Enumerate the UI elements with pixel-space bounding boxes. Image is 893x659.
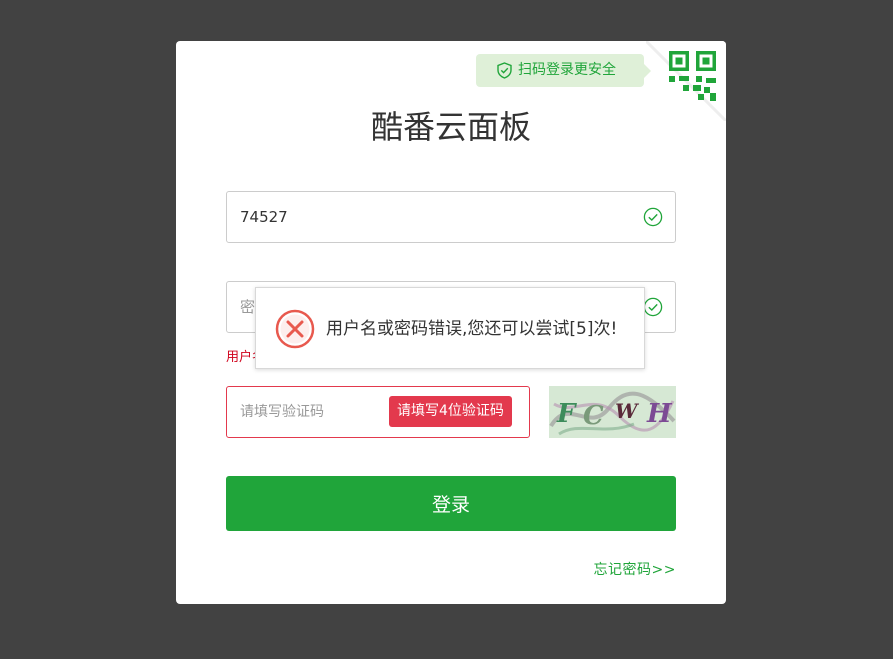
username-field [226,191,676,243]
login-button[interactable]: 登录 [226,476,676,531]
captcha-image-graphic: F C W H [549,386,676,438]
page-title: 酷番云面板 [370,108,531,146]
username-input[interactable] [227,192,640,242]
check-circle-icon [643,297,663,317]
captcha-error-tip: 请填写4位验证码 [389,396,512,427]
qr-login-tip: 扫码登录更安全 [476,54,651,87]
captcha-input[interactable] [227,387,390,437]
captcha-field: 请填写4位验证码 [226,386,530,438]
check-circle-icon [643,207,663,227]
forgot-password-link[interactable]: 忘记密码>> [594,559,676,579]
captcha-char: W [615,399,640,423]
captcha-image[interactable]: F C W H [549,386,676,438]
error-toast: 用户名或密码错误,您还可以尝试[5]次! [255,287,645,369]
error-circle-icon [275,309,315,349]
error-toast-message: 用户名或密码错误,您还可以尝试[5]次! [326,319,618,339]
captcha-char: H [646,399,673,429]
captcha-char: C [583,401,604,431]
qr-login-tip-text: 扫码登录更安全 [518,62,616,78]
shield-check-icon [497,62,512,79]
captcha-char: F [556,399,577,429]
